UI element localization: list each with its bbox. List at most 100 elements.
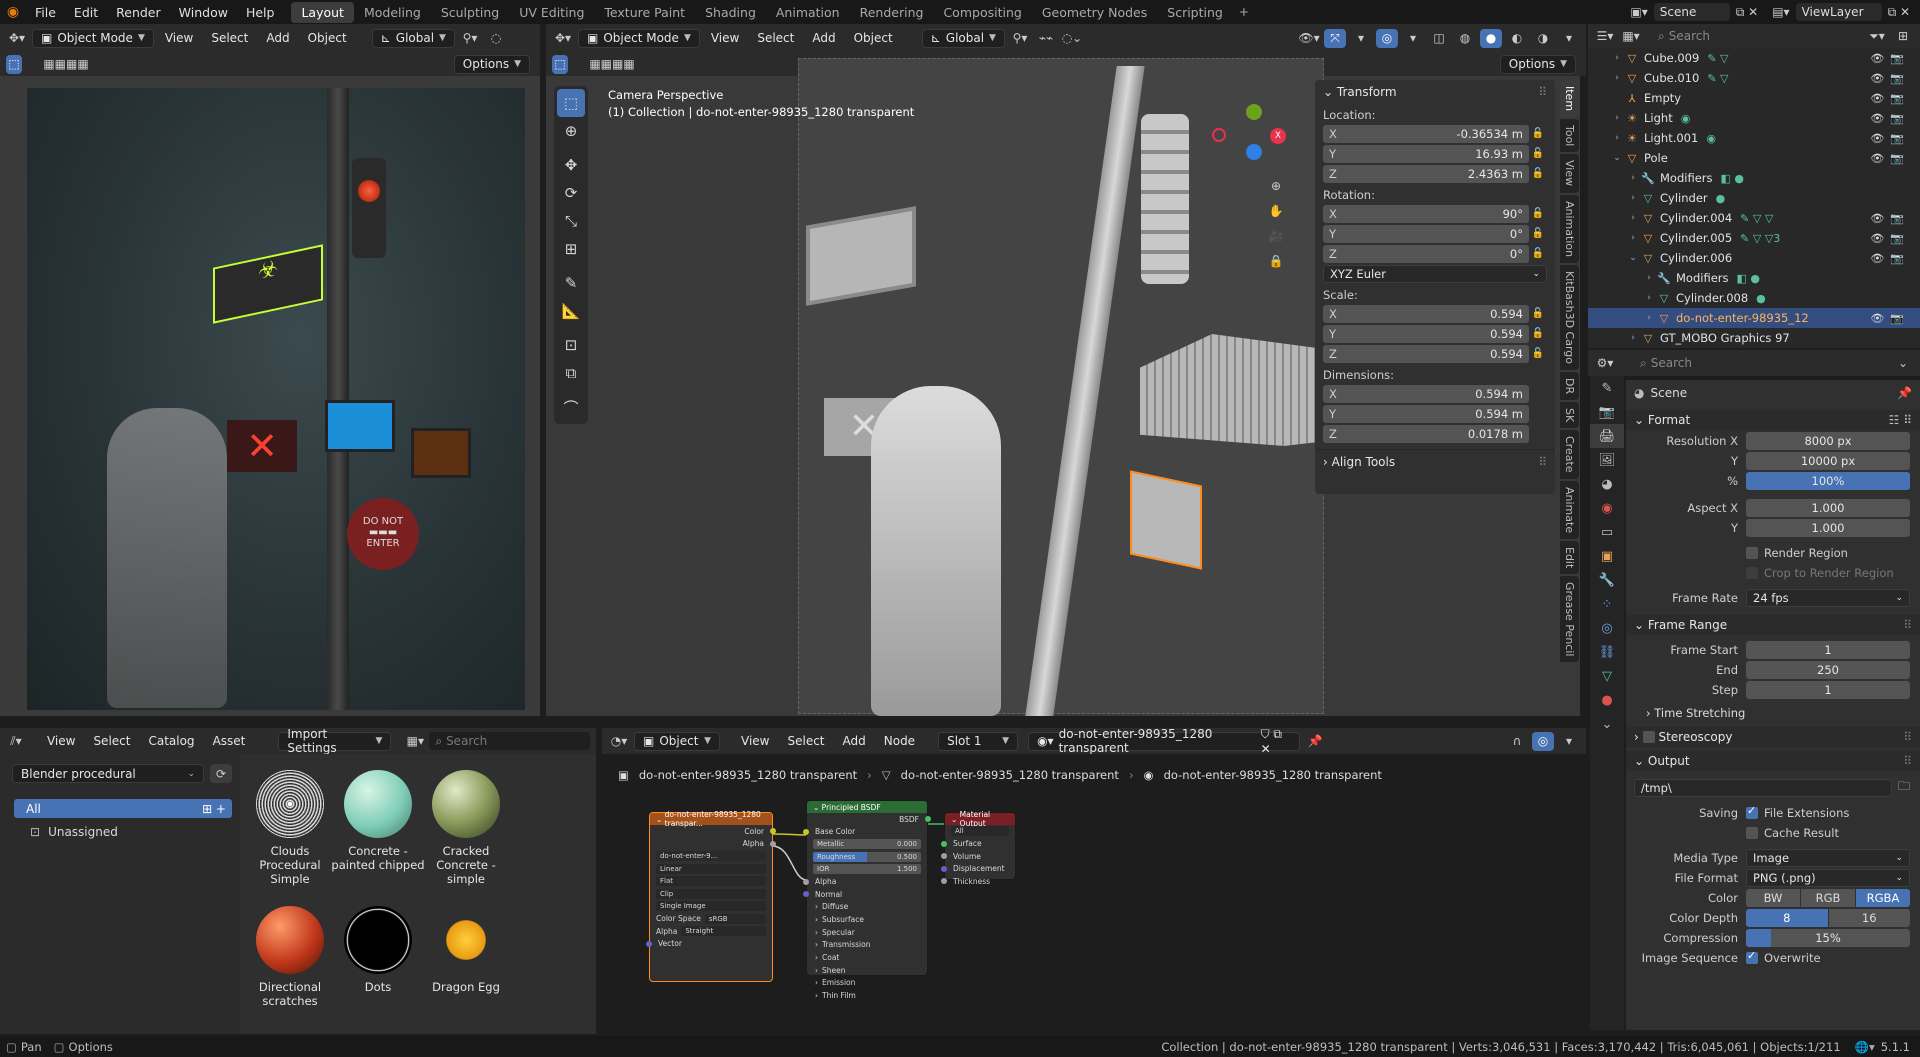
file-extensions-checkbox[interactable]: File Extensions xyxy=(1746,804,1849,820)
expand-icon[interactable]: › xyxy=(1626,213,1640,223)
camera-view-icon[interactable]: 🎥 xyxy=(1265,226,1287,245)
scene-tab-icon[interactable]: ◕ xyxy=(1590,472,1624,496)
node-menu-select[interactable]: Select xyxy=(780,734,831,748)
expand-icon[interactable]: › xyxy=(1610,133,1624,143)
outliner-item[interactable]: › 🔧 Modifiers ◧ ● xyxy=(1588,268,1920,288)
outliner-item[interactable]: › ▽ Cylinder.008 ● xyxy=(1588,288,1920,308)
lock-icon[interactable]: 🔓 xyxy=(1529,248,1547,259)
chevron-down-icon[interactable]: ⌄ xyxy=(1892,354,1914,373)
new-collection-icon[interactable]: ⊞ xyxy=(1892,27,1914,46)
expand-icon[interactable]: › xyxy=(1642,293,1656,303)
menu-select[interactable]: Select xyxy=(204,31,255,45)
display-size-icon[interactable]: ▦▾ xyxy=(405,732,425,751)
visibility-eye-icon[interactable]: 👁📷 xyxy=(1870,112,1910,125)
lock-icon[interactable]: 🔓 xyxy=(1529,128,1547,139)
bsdf-subpanel[interactable]: › Transmission xyxy=(807,939,927,952)
asset-tile[interactable]: Directional scratches xyxy=(240,906,340,1008)
drag-handle-icon[interactable]: ⠿ xyxy=(1538,85,1547,99)
outliner-editor-icon[interactable]: ☰▾ xyxy=(1594,27,1616,46)
render-tab-icon[interactable]: 📷 xyxy=(1590,400,1624,424)
rotation-y-field[interactable]: Y 0° xyxy=(1323,224,1529,243)
overlays-toggle-icon[interactable]: ◎ xyxy=(1376,28,1398,48)
menu-object[interactable]: Object xyxy=(301,31,354,45)
alpha-mode-dropdown[interactable]: Straight xyxy=(681,926,766,937)
fake-user-icon[interactable]: ⛉ ⧉ ✕ xyxy=(1261,727,1292,756)
roughness-field[interactable]: Roughness 0.500 xyxy=(813,851,921,862)
viewlayer-field[interactable]: ViewLayer xyxy=(1795,3,1882,21)
material-output-node[interactable]: ⌄ Material Output All Surface Volume Displ… xyxy=(941,810,1016,886)
outliner-item[interactable]: › ☀ Light ◉ 👁📷 xyxy=(1588,108,1920,128)
sidebar-tab-kitbash3d-cargo[interactable]: KitBash3D Cargo xyxy=(1560,264,1579,370)
tab-modeling[interactable]: Modeling xyxy=(354,2,431,23)
tab-layout[interactable]: Layout xyxy=(291,1,354,23)
lock-view-icon[interactable]: 🔒 xyxy=(1265,251,1287,270)
refresh-icon[interactable]: ⟳ xyxy=(210,764,232,783)
bsdf-subpanel[interactable]: › Coat xyxy=(807,951,927,964)
rotation-z-field[interactable]: Z 0° xyxy=(1323,244,1529,263)
properties-search-input[interactable]: ⌕ Search xyxy=(1634,354,1834,372)
selected-sign-plane[interactable] xyxy=(1130,470,1202,570)
tab-uv-editing[interactable]: UV Editing xyxy=(509,2,594,23)
source-dropdown[interactable]: Single Image xyxy=(656,901,766,912)
lock-icon[interactable]: 🔓 xyxy=(1529,328,1547,339)
filter-icon[interactable]: ⏷▾ xyxy=(1866,27,1888,46)
visibility-eye-icon[interactable]: 👁📷 xyxy=(1870,232,1910,245)
drag-handle-icon[interactable]: ⠿ xyxy=(1903,754,1912,768)
sidebar-tab-item[interactable]: Item xyxy=(1560,80,1579,118)
solid-shading-icon[interactable]: ● xyxy=(1480,28,1502,48)
socket-base-color[interactable] xyxy=(803,828,809,835)
cache-result-checkbox[interactable]: Cache Result xyxy=(1746,826,1839,840)
interpolation-dropdown[interactable]: Linear xyxy=(656,863,766,874)
output-path-field[interactable]: /tmp\ xyxy=(1634,778,1892,797)
stereoscopy-checkbox[interactable] xyxy=(1642,731,1655,743)
bsdf-subpanel[interactable]: › Sheen xyxy=(807,964,927,977)
asset-tile[interactable]: Cracked Concrete - simple xyxy=(416,770,516,886)
frame-rate-dropdown[interactable]: 24 fps ⌄ xyxy=(1746,588,1910,607)
outliner-item[interactable]: › ▽ do-not-enter-98935_12 👁📷 xyxy=(1588,308,1920,328)
expand-icon[interactable]: › xyxy=(1626,193,1640,203)
shear-tool-icon[interactable]: ⌒ xyxy=(557,393,585,421)
outliner-item[interactable]: › ☀ Light.001 ◉ 👁📷 xyxy=(1588,128,1920,148)
asset-editor-icon[interactable]: ⫽▾ xyxy=(6,732,26,751)
socket-normal[interactable] xyxy=(803,891,809,898)
options-button[interactable]: Options ▼ xyxy=(1499,54,1576,74)
tab-shading[interactable]: Shading xyxy=(695,2,766,23)
color-space-dropdown[interactable]: sRGB xyxy=(704,913,766,924)
visibility-eye-icon[interactable]: 👁📷 xyxy=(1870,132,1910,145)
view-layer-tab-icon[interactable]: 🖼 xyxy=(1590,448,1624,472)
overlay-menu-icon[interactable]: ▾ xyxy=(1558,732,1580,751)
material-shading-icon[interactable]: ◐ xyxy=(1506,29,1528,48)
sidebar-tab-create[interactable]: Create xyxy=(1560,429,1579,479)
measure-tool-icon[interactable]: 📐 xyxy=(557,297,585,325)
crop-region-checkbox[interactable]: Crop to Render Region xyxy=(1746,566,1894,580)
snap-icon[interactable]: ⚲▾ xyxy=(459,29,481,48)
location-y-field[interactable]: Y 16.93 m xyxy=(1323,144,1529,163)
expand-icon[interactable]: › xyxy=(1626,233,1640,243)
node-canvas[interactable]: ▣ do-not-enter-98935_1280 transparent › ▽ d… xyxy=(602,754,1586,1034)
add-workspace-button[interactable]: + xyxy=(1239,5,1249,19)
dimensions-x-field[interactable]: X 0.594 m xyxy=(1323,384,1529,403)
socket-volume[interactable] xyxy=(941,853,947,860)
asset-tile[interactable]: Clouds Procedural Simple xyxy=(240,770,340,886)
sidebar-tab-view[interactable]: View xyxy=(1560,154,1579,193)
asset-menu-catalog[interactable]: Catalog xyxy=(141,734,201,748)
tab-compositing[interactable]: Compositing xyxy=(933,2,1031,23)
properties-editor-icon[interactable]: ⚙▾ xyxy=(1594,354,1616,373)
shading-menu-icon[interactable]: ▾ xyxy=(1558,29,1580,48)
dimensions-z-field[interactable]: Z 0.0178 m xyxy=(1323,424,1529,443)
frame-start-field[interactable]: 1 xyxy=(1746,640,1910,659)
select-box-icon[interactable]: ⬚ xyxy=(6,54,22,74)
aspect-x-field[interactable]: 1.000 xyxy=(1746,498,1910,517)
node-menu-view[interactable]: View xyxy=(734,734,776,748)
bsdf-subpanel[interactable]: › Specular xyxy=(807,926,927,939)
socket-displacement[interactable] xyxy=(941,865,947,872)
depth-16-button[interactable]: 16 xyxy=(1828,908,1910,927)
principled-bsdf-node[interactable]: ⌄ Principled BSDF BSDF Base Color Metall… xyxy=(803,800,931,1000)
node-menu-node[interactable]: Node xyxy=(877,734,922,748)
frame-end-field[interactable]: 250 xyxy=(1746,660,1910,679)
add-cube-tool-icon[interactable]: ⊡ xyxy=(557,331,585,359)
bsdf-subpanel[interactable]: › Diffuse xyxy=(807,901,927,914)
pan-hand-icon[interactable]: ✋ xyxy=(1265,201,1287,220)
new-catalog-icon[interactable]: ⊞ + xyxy=(202,802,226,816)
world-tab-icon[interactable]: ◉ xyxy=(1590,496,1624,520)
